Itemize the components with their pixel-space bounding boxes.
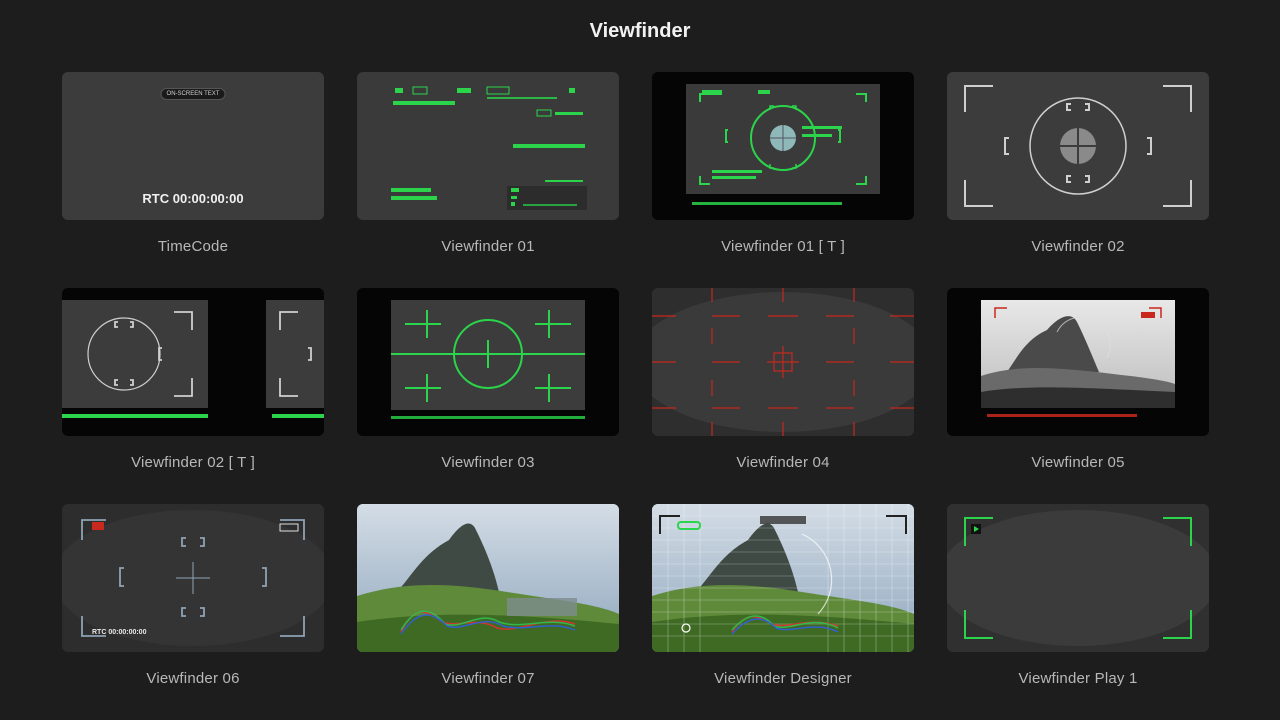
green-hud-framed-icon — [686, 84, 880, 205]
tile-label: Viewfinder 01 [ T ] — [721, 238, 845, 255]
tile-label: Viewfinder 02 — [1031, 238, 1125, 255]
tile-label: Viewfinder 02 [ T ] — [131, 454, 255, 471]
thumbnail-viewfinder-04[interactable] — [652, 288, 914, 436]
thumbnail-viewfinder-05[interactable] — [947, 288, 1209, 436]
viewfinder-grid: ON-SCREEN TEXT RTC 00:00:00:00 TimeCode — [62, 72, 1210, 720]
viewfinder-tile-06[interactable]: RTC 00:00:00:00 Viewfinder 06 — [62, 504, 324, 720]
on-screen-text-badge: ON-SCREEN TEXT — [160, 88, 226, 100]
designer-grid-photo-icon — [652, 504, 914, 652]
thumbnail-viewfinder-07[interactable] — [357, 504, 619, 652]
viewfinder-tile-07[interactable]: Viewfinder 07 — [357, 504, 619, 720]
viewfinder-tile-designer[interactable]: Viewfinder Designer — [652, 504, 914, 720]
tile-label: Viewfinder Designer — [714, 670, 852, 687]
tile-label: Viewfinder 05 — [1031, 454, 1125, 471]
tile-label: Viewfinder 01 — [441, 238, 535, 255]
timecode-readout: RTC 00:00:00:00 — [142, 191, 244, 206]
green-corner-frame-icon — [947, 510, 1209, 646]
viewfinder-tile-play-1[interactable]: Viewfinder Play 1 — [947, 504, 1209, 720]
gray-crosshair-overlay-icon — [964, 85, 1192, 207]
thumbnail-viewfinder-06[interactable]: RTC 00:00:00:00 — [62, 504, 324, 652]
viewfinder-tile-01-t[interactable]: Viewfinder 01 [ T ] — [652, 72, 914, 288]
red-grid-overlay-icon — [652, 288, 914, 436]
thumbnail-timecode[interactable]: ON-SCREEN TEXT RTC 00:00:00:00 — [62, 72, 324, 220]
thumbnail-viewfinder-play-1[interactable] — [947, 504, 1209, 652]
viewfinder-tile-timecode[interactable]: ON-SCREEN TEXT RTC 00:00:00:00 TimeCode — [62, 72, 324, 288]
tile-label: Viewfinder 03 — [441, 454, 535, 471]
gray-framed-overlay-icon — [62, 300, 324, 418]
tile-label: Viewfinder Play 1 — [1018, 670, 1138, 687]
tile-label: Viewfinder 04 — [736, 454, 830, 471]
tile-label: TimeCode — [157, 238, 229, 255]
viewfinder-tile-05[interactable]: Viewfinder 05 — [947, 288, 1209, 504]
viewfinder-tile-04[interactable]: Viewfinder 04 — [652, 288, 914, 504]
green-hud-overlay-icon — [391, 86, 587, 210]
thumbnail-viewfinder-02[interactable] — [947, 72, 1209, 220]
tile-label: Viewfinder 06 — [146, 670, 240, 687]
landscape-waveform-photo-icon — [357, 504, 619, 652]
viewfinder-tile-02-t[interactable]: Viewfinder 02 [ T ] — [62, 288, 324, 504]
green-crosshair-overlay-icon — [391, 300, 585, 419]
thumbnail-viewfinder-01[interactable] — [357, 72, 619, 220]
tile-label: Viewfinder 07 — [441, 670, 535, 687]
thumbnail-viewfinder-03[interactable] — [357, 288, 619, 436]
monochrome-rock-photo-icon — [981, 300, 1175, 417]
thumbnail-viewfinder-02-t[interactable] — [62, 288, 324, 436]
timecode-readout: RTC 00:00:00:00 — [92, 629, 147, 636]
page-title: Viewfinder — [589, 20, 691, 42]
thumbnail-viewfinder-designer[interactable] — [652, 504, 914, 652]
viewfinder-tile-03[interactable]: Viewfinder 03 — [357, 288, 619, 504]
thumbnail-viewfinder-01-t[interactable] — [652, 72, 914, 220]
viewfinder-tile-02[interactable]: Viewfinder 02 — [947, 72, 1209, 288]
viewfinder-tile-01[interactable]: Viewfinder 01 — [357, 72, 619, 288]
